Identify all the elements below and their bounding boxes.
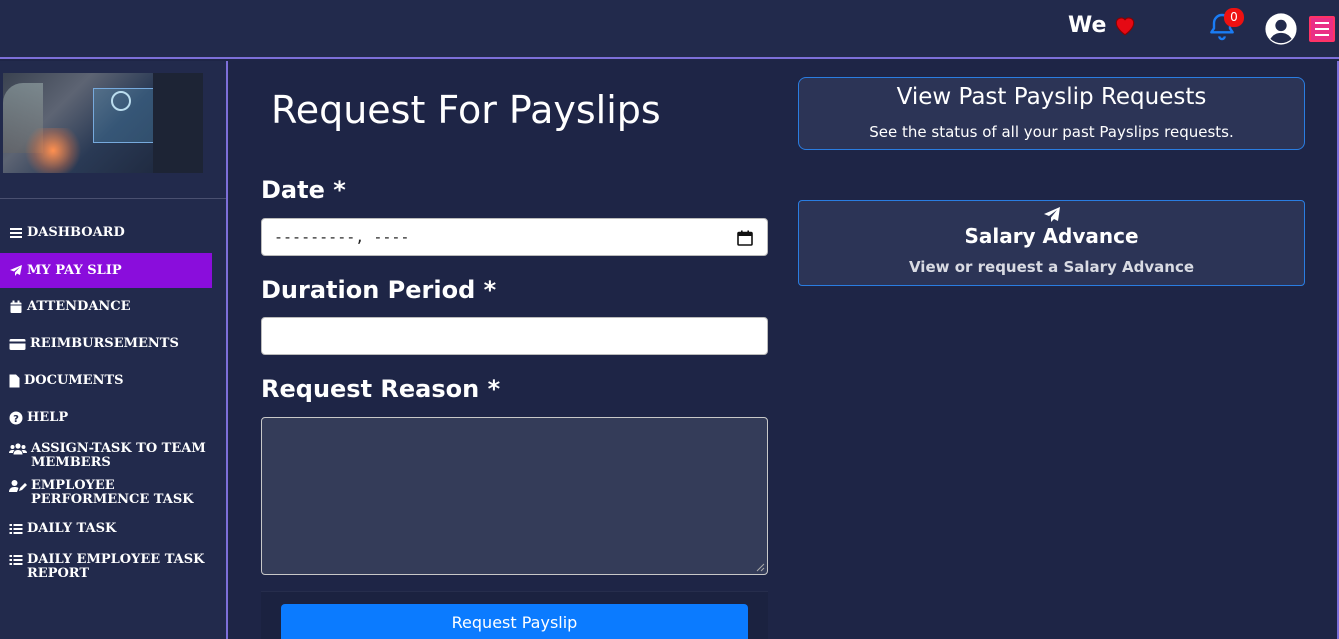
date-placeholder: ---------, ----	[274, 228, 410, 246]
card-title: View Past Payslip Requests	[896, 84, 1207, 110]
sidebar-item-assign-task[interactable]: ASSIGN-TASK TO TEAM MEMBERS	[0, 442, 212, 472]
sidebar-banner-image	[3, 73, 203, 173]
sidebar-item-label: DAILY TASK	[27, 521, 117, 536]
sidebar-divider	[0, 198, 226, 199]
request-reason-textarea[interactable]	[261, 417, 768, 575]
brand: We	[1068, 12, 1138, 38]
sidebar-item-label: DAILY EMPLOYEE TASK REPORT	[27, 552, 205, 581]
sidebar-item-documents[interactable]: DOCUMENTS	[0, 374, 212, 390]
duration-period-label: Duration Period *	[261, 276, 497, 304]
banner-glow	[23, 128, 83, 173]
menu-toggle-button[interactable]	[1309, 16, 1335, 42]
calendar-icon	[10, 300, 22, 313]
sidebar-item-label: REIMBURSEMENTS	[30, 336, 179, 351]
sidebar-item-label: HELP	[27, 410, 69, 425]
hamburger-line	[1315, 28, 1329, 30]
sidebar-item-employee-performence[interactable]: EMPLOYEE PERFORMENCE TASK	[0, 479, 212, 509]
salary-advance-card[interactable]: Salary Advance View or request a Salary …	[798, 200, 1305, 286]
heart-icon	[1116, 17, 1135, 36]
request-payslip-button[interactable]: Request Payslip	[281, 604, 748, 639]
banner-person	[153, 73, 203, 173]
sidebar-item-daily-task[interactable]: DAILY TASK	[0, 522, 212, 538]
sidebar-item-label: DOCUMENTS	[24, 373, 124, 388]
date-label: Date *	[261, 176, 346, 204]
svg-text:?: ?	[13, 414, 19, 425]
sidebar-item-my-pay-slip[interactable]: MY PAY SLIP	[0, 253, 212, 288]
sidebar-item-label: DASHBOARD	[27, 225, 125, 240]
sidebar-item-reimbursements[interactable]: REIMBURSEMENTS	[0, 337, 212, 353]
file-icon	[9, 374, 20, 388]
sidebar-item-daily-employee-task-report[interactable]: DAILY EMPLOYEE TASK REPORT	[0, 553, 212, 583]
credit-card-icon	[9, 339, 26, 350]
list-icon	[9, 524, 23, 534]
sidebar-item-label: EMPLOYEE PERFORMENCE TASK	[31, 478, 194, 507]
card-subtitle: See the status of all your past Payslips…	[869, 123, 1234, 141]
user-avatar-icon[interactable]	[1264, 12, 1298, 46]
date-input[interactable]: ---------, ----	[261, 218, 768, 256]
resize-grip-icon[interactable]	[755, 562, 765, 572]
list-icon	[9, 555, 23, 565]
users-icon	[9, 443, 27, 455]
question-circle-icon: ?	[9, 411, 23, 425]
notification-badge: 0	[1224, 8, 1244, 27]
duration-period-input[interactable]	[261, 317, 768, 355]
brand-text: We	[1068, 12, 1107, 38]
view-past-requests-card[interactable]: View Past Payslip Requests See the statu…	[798, 77, 1305, 150]
sidebar-item-help[interactable]: ? HELP	[0, 411, 212, 427]
sidebar-item-attendance[interactable]: ATTENDANCE	[0, 300, 212, 316]
bars-icon	[10, 228, 22, 238]
sidebar-item-dashboard[interactable]: DASHBOARD	[0, 226, 212, 242]
hamburger-line	[1315, 34, 1329, 36]
banner-hologram-circle	[111, 91, 131, 111]
card-title: Salary Advance	[964, 224, 1139, 248]
request-reason-label: Request Reason *	[261, 375, 501, 403]
page-title: Request For Payslips	[271, 88, 661, 132]
user-edit-icon	[9, 480, 27, 492]
sidebar-item-label: MY PAY SLIP	[27, 263, 122, 278]
sidebar-item-label: ASSIGN-TASK TO TEAM MEMBERS	[31, 441, 206, 470]
paper-plane-icon	[1044, 207, 1060, 222]
hamburger-line	[1315, 22, 1329, 24]
calendar-picker-icon[interactable]	[737, 230, 753, 246]
paper-plane-icon	[10, 265, 22, 276]
top-bar: We 0	[0, 0, 1339, 59]
sidebar-item-label: ATTENDANCE	[27, 299, 131, 314]
card-subtitle: View or request a Salary Advance	[908, 258, 1195, 276]
